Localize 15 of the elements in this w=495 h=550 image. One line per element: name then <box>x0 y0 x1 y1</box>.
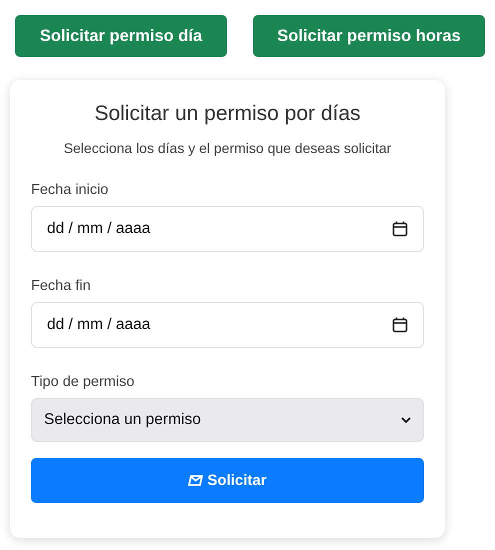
form-title: Solicitar un permiso por días <box>93 102 362 126</box>
calendar-icon <box>392 221 408 237</box>
date-field[interactable]: dd / mm / aaaa <box>31 206 424 252</box>
form-subtitle: Selecciona los días y el permiso que deseas solicitar <box>62 140 392 156</box>
field-label: Fecha inicio <box>31 182 110 198</box>
select-dropdown[interactable]: Selecciona un permiso <box>31 398 424 442</box>
field-label: Fecha fin <box>31 278 92 294</box>
request-button[interactable]: Solicitar permiso horas <box>253 15 485 57</box>
submit-button[interactable]: Solicitar <box>31 458 424 503</box>
envelope-icon <box>188 475 204 486</box>
calendar-icon <box>392 317 408 333</box>
request-button[interactable]: Solicitar permiso día <box>15 15 227 57</box>
caret-icon <box>401 416 411 424</box>
date-field[interactable]: dd / mm / aaaa <box>31 302 424 348</box>
field-label: Tipo de permiso <box>31 374 136 390</box>
